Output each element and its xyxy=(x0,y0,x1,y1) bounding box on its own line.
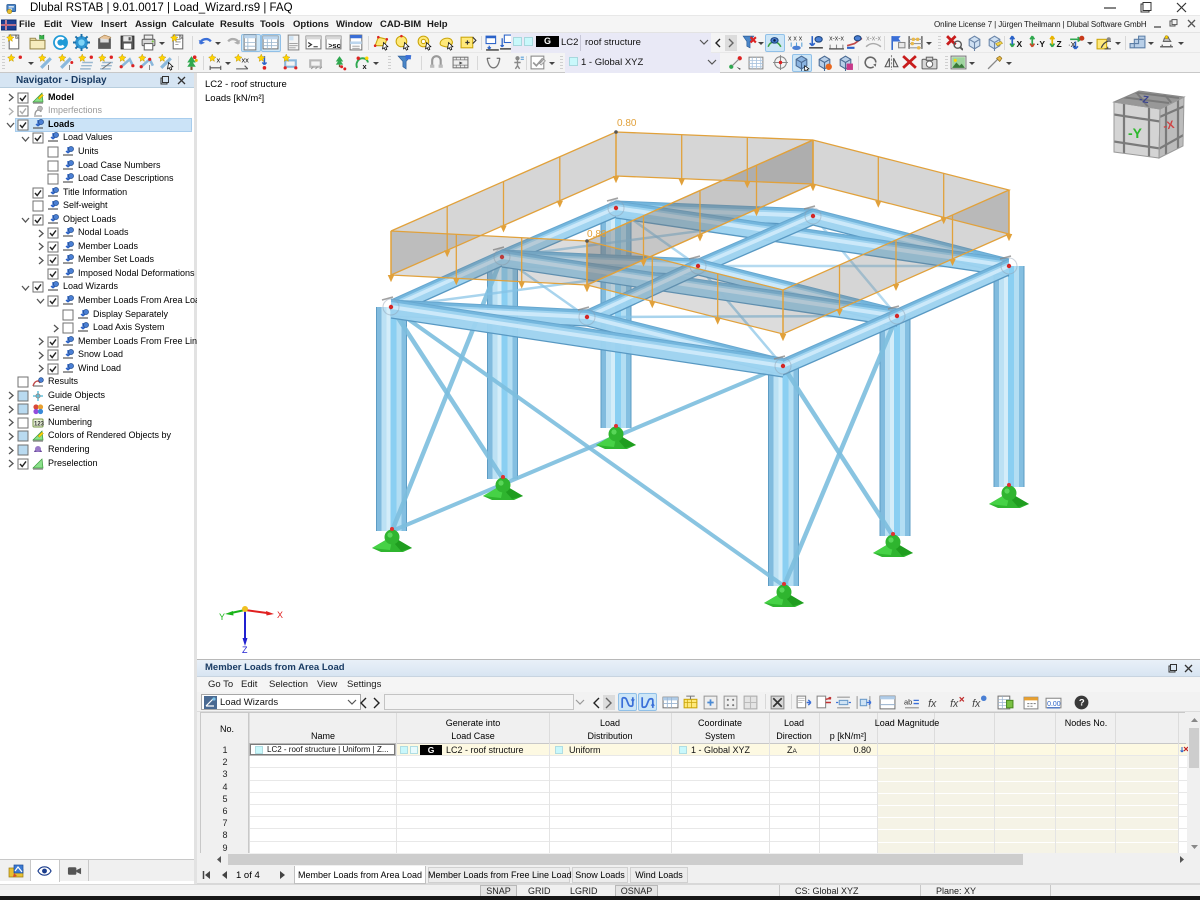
svg-text:x x x: x x x xyxy=(788,35,803,42)
svg-text:Loads [kN/m²]: Loads [kN/m²] xyxy=(205,93,264,104)
svg-text:0.80: 0.80 xyxy=(587,229,607,240)
svg-text:Z: Z xyxy=(242,645,248,655)
svg-text:?: ? xyxy=(1079,698,1085,709)
svg-text:fx: fx xyxy=(950,698,959,710)
svg-text:LC2 - roof structure: LC2 - roof structure xyxy=(205,79,287,90)
svg-text:0.80: 0.80 xyxy=(617,118,637,129)
svg-text:I: I xyxy=(149,63,151,71)
svg-text:x-x-x: x-x-x xyxy=(866,35,881,42)
svg-text:-Z: -Z xyxy=(1139,94,1150,106)
svg-text:·X: ·X xyxy=(1068,40,1075,49)
svg-text:I: I xyxy=(69,63,71,71)
svg-text:·Y: ·Y xyxy=(1037,39,1046,49)
svg-text:Z: Z xyxy=(1057,39,1062,49)
svg-text:ab: ab xyxy=(904,698,912,707)
svg-text:0.00: 0.00 xyxy=(1047,701,1061,708)
svg-text:-Y: -Y xyxy=(1128,125,1143,141)
svg-text:123: 123 xyxy=(34,421,44,427)
svg-text:X: X xyxy=(277,610,283,620)
svg-text:x: x xyxy=(217,56,221,65)
svg-text:fx: fx xyxy=(972,698,981,710)
svg-text:Y: Y xyxy=(219,612,225,622)
svg-text:x-x-x: x-x-x xyxy=(829,35,844,42)
svg-text:I: I xyxy=(48,63,50,71)
svg-text:fx: fx xyxy=(928,698,937,710)
svg-text:xx: xx xyxy=(241,56,249,65)
svg-text:x: x xyxy=(363,62,368,71)
svg-text:X: X xyxy=(1017,39,1023,49)
svg-text:>sc: >sc xyxy=(328,41,341,50)
